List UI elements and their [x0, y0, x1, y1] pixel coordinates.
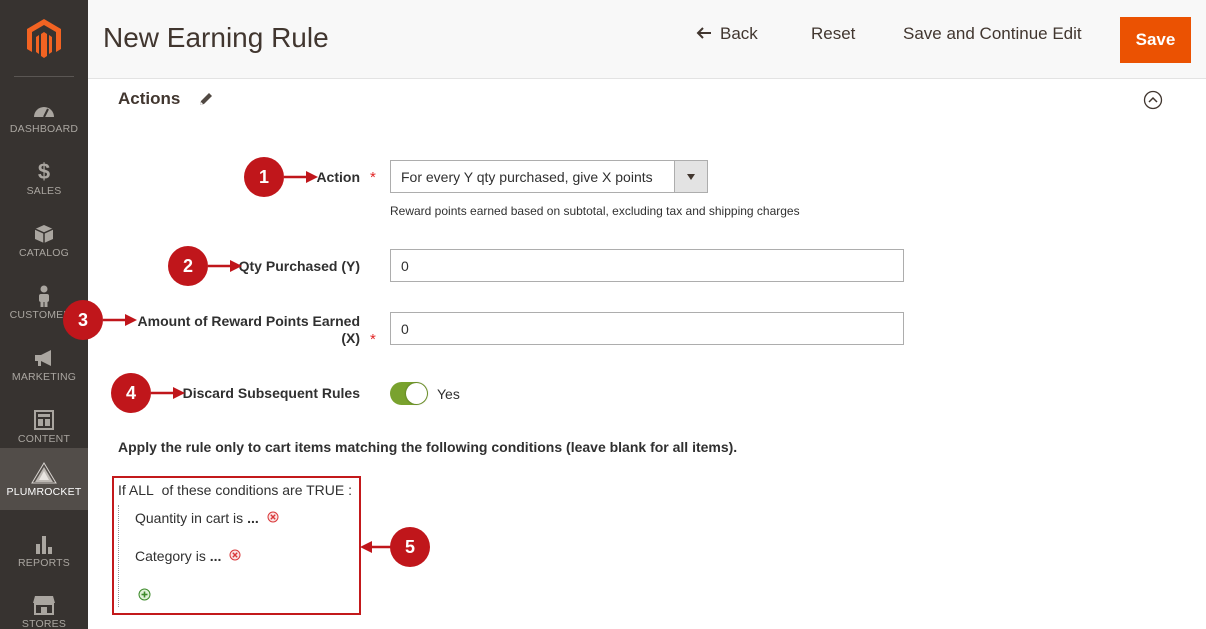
annotation-badge: 3	[63, 300, 103, 340]
add-condition-icon[interactable]	[138, 588, 151, 606]
back-button[interactable]: Back	[696, 24, 758, 45]
nav-marketing[interactable]: MARKETING	[0, 333, 88, 395]
condition-row: Quantity in cart is ...	[135, 510, 279, 526]
page-title: New Earning Rule	[103, 22, 329, 53]
amount-label: Amount of Reward Points Earned (X)	[120, 313, 360, 347]
logo-divider	[14, 76, 74, 77]
magento-logo[interactable]	[0, 0, 88, 78]
cond-colon: :	[348, 482, 353, 498]
nav-stores[interactable]: STORES	[0, 580, 88, 629]
nav-label: CONTENT	[17, 433, 71, 445]
action-select[interactable]: For every Y qty purchased, give X points	[390, 160, 708, 193]
amount-label-line1: Amount of Reward Points Earned	[137, 313, 360, 329]
discard-label: Discard Subsequent Rules	[182, 385, 360, 401]
page-header: New Earning Rule Back Reset Save and Con…	[88, 0, 1206, 79]
annotation-badge: 2	[168, 246, 208, 286]
annotation-arrow-left	[360, 541, 392, 553]
nav-label: CATALOG	[18, 247, 70, 259]
conditions-tree-line	[118, 505, 119, 607]
nav-label: DASHBOARD	[9, 123, 79, 135]
layout-icon	[34, 407, 54, 433]
discard-value: Yes	[437, 386, 460, 402]
pyramid-icon	[31, 460, 57, 486]
nav-dashboard[interactable]: DASHBOARD	[0, 85, 88, 147]
save-continue-button[interactable]: Save and Continue Edit	[903, 24, 1082, 44]
action-select-value: For every Y qty purchased, give X points	[401, 169, 653, 185]
toggle-knob	[406, 383, 427, 404]
conditions-header: If ALL of these conditions are TRUE :	[118, 482, 352, 498]
condition-attribute: Quantity in cart	[135, 510, 230, 526]
annotation-badge: 1	[244, 157, 284, 197]
cond-value[interactable]: TRUE	[306, 482, 344, 498]
amount-input[interactable]	[390, 312, 904, 345]
qty-input[interactable]	[390, 249, 904, 282]
remove-condition-icon[interactable]	[267, 510, 279, 526]
conditions-intro: Apply the rule only to cart items matchi…	[118, 439, 738, 455]
action-note: Reward points earned based on subtotal, …	[390, 204, 800, 218]
dollar-icon: $	[37, 159, 51, 184]
person-icon	[37, 283, 51, 309]
nav-plumrocket[interactable]: PLUMROCKET	[0, 448, 88, 510]
annotation-badge: 4	[111, 373, 151, 413]
nav-label: PLUMROCKET	[6, 486, 82, 498]
annotation-arrow-right	[151, 387, 185, 399]
required-mark: *	[370, 331, 376, 348]
nav-label: MARKETING	[11, 371, 77, 383]
condition-attribute: Category	[135, 548, 192, 564]
condition-value[interactable]: ...	[210, 548, 222, 564]
bar-chart-icon	[34, 531, 54, 557]
back-label: Back	[720, 24, 758, 43]
nav-label: STORES	[21, 618, 67, 629]
cond-if: If	[118, 482, 126, 498]
nav-catalog[interactable]: CATALOG	[0, 209, 88, 271]
nav-sales[interactable]: $ SALES	[0, 147, 88, 209]
nav-reports[interactable]: REPORTS	[0, 519, 88, 581]
required-mark: *	[370, 169, 376, 186]
store-icon	[32, 592, 56, 618]
condition-operator[interactable]: is	[233, 510, 243, 526]
annotation-arrow-right	[103, 314, 137, 326]
cond-mid: of these conditions are	[161, 482, 303, 498]
nav-label: REPORTS	[18, 557, 70, 569]
collapse-up-icon[interactable]	[1143, 90, 1163, 115]
condition-value[interactable]: ...	[247, 510, 259, 526]
megaphone-icon	[33, 345, 55, 371]
box-icon	[34, 221, 54, 247]
cond-aggregator[interactable]: ALL	[129, 482, 154, 498]
reset-button[interactable]: Reset	[811, 24, 855, 44]
magento-logo-icon	[27, 19, 61, 58]
nav-label: SALES	[26, 185, 62, 197]
arrow-left-icon	[696, 25, 712, 45]
pencil-icon	[198, 91, 214, 112]
annotation-arrow-right	[208, 260, 242, 272]
annotation-arrow-right	[284, 171, 318, 183]
dashboard-icon	[33, 97, 55, 123]
remove-condition-icon[interactable]	[229, 548, 241, 564]
annotation-badge: 5	[390, 527, 430, 567]
section-title[interactable]: Actions	[118, 89, 180, 109]
discard-toggle[interactable]	[390, 382, 428, 405]
dropdown-arrow-icon[interactable]	[674, 161, 707, 192]
condition-operator[interactable]: is	[196, 548, 206, 564]
amount-label-line2: (X)	[341, 330, 360, 346]
save-button[interactable]: Save	[1120, 17, 1191, 63]
condition-row: Category is ...	[135, 548, 241, 564]
